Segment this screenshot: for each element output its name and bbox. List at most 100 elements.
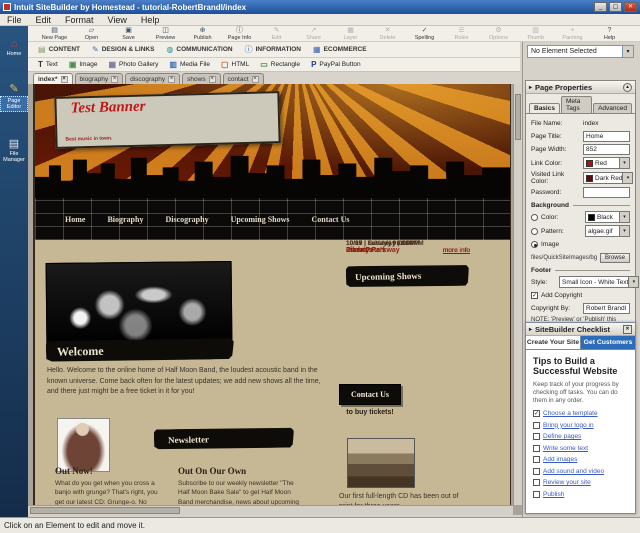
- band-photo[interactable]: [45, 261, 233, 345]
- canvas-horizontal-scrollbar[interactable]: [28, 505, 513, 515]
- dropdown-arrow-icon[interactable]: ▾: [622, 173, 633, 183]
- checklist-item-checkbox[interactable]: ✓: [533, 410, 540, 418]
- out-now-section[interactable]: Out Now! What do you get when you cross …: [55, 466, 165, 505]
- newsletter-header[interactable]: Newsletter: [154, 427, 294, 451]
- insert-tool-button[interactable]: ▣ Image: [69, 60, 98, 69]
- checklist-item-link[interactable]: Bring your logo in: [543, 422, 594, 429]
- site-nav-item[interactable]: Contact Us: [311, 215, 349, 224]
- panel-collapse-button[interactable]: ▴: [623, 82, 632, 92]
- toolbar-button[interactable]: ↗ Share: [295, 26, 332, 41]
- toolbar-button[interactable]: ✕ Delete: [369, 26, 406, 41]
- tab-close-icon[interactable]: ×: [168, 75, 176, 83]
- properties-tab[interactable]: Meta Tags: [560, 96, 593, 113]
- cd-cover-photo[interactable]: [347, 438, 415, 488]
- category-button[interactable]: ✎ DESIGN & LINKS: [92, 45, 154, 54]
- menu-item[interactable]: View: [101, 15, 134, 25]
- visited-link-color-dropdown[interactable]: Dark Red ▾: [583, 172, 634, 184]
- toolbar-button[interactable]: ▦ Layer: [332, 26, 369, 41]
- checklist-item-link[interactable]: Review your site: [543, 479, 591, 486]
- sidebar-item[interactable]: ▤ File Manager: [0, 138, 28, 163]
- checklist-item-checkbox[interactable]: [533, 479, 540, 487]
- properties-tab[interactable]: Advanced: [593, 103, 632, 113]
- close-button[interactable]: ✕: [624, 2, 637, 12]
- horizontal-scroll-thumb[interactable]: [30, 507, 180, 514]
- site-nav-item[interactable]: Discography: [165, 215, 208, 224]
- checklist-item-checkbox[interactable]: [533, 456, 540, 464]
- password-field[interactable]: [583, 187, 630, 198]
- site-banner[interactable]: Test Banner Best music in town.: [54, 91, 281, 149]
- toolbar-button[interactable]: ▱ Open: [73, 26, 110, 41]
- welcome-text[interactable]: Hello. Welcome to the online home of Hal…: [47, 366, 333, 398]
- page-tab[interactable]: shows ×: [182, 73, 221, 84]
- checklist-item-link[interactable]: Define pages: [543, 433, 581, 440]
- element-selector[interactable]: No Element Selected ▾: [527, 45, 634, 58]
- checklist-close-button[interactable]: ✕: [623, 324, 632, 334]
- maximize-button[interactable]: ▢: [609, 2, 622, 12]
- tab-close-icon[interactable]: ×: [111, 75, 119, 83]
- toolbar-button[interactable]: ? Help: [591, 26, 628, 41]
- dropdown-arrow-icon[interactable]: ▾: [628, 277, 639, 287]
- checklist-item-link[interactable]: Publish: [543, 491, 564, 498]
- toolbar-button[interactable]: ◫ Preview: [147, 26, 184, 41]
- menu-item[interactable]: File: [0, 15, 29, 25]
- site-nav-item[interactable]: Biography: [107, 215, 143, 224]
- insert-tool-button[interactable]: T Text: [38, 60, 58, 69]
- properties-tab[interactable]: Basics: [529, 103, 560, 113]
- vertical-scroll-thumb[interactable]: [515, 94, 521, 140]
- page-tab[interactable]: index* ×: [33, 73, 73, 84]
- contact-us-button[interactable]: Contact Us: [339, 384, 401, 405]
- browse-button[interactable]: Browse: [599, 252, 630, 263]
- checklist-item-checkbox[interactable]: [533, 444, 540, 452]
- checklist-item-checkbox[interactable]: [533, 467, 540, 475]
- toolbar-button[interactable]: ✓ Spelling: [406, 26, 443, 41]
- insert-tool-button[interactable]: ▦ Photo Gallery: [108, 60, 158, 69]
- tab-close-icon[interactable]: ×: [251, 75, 259, 83]
- insert-tool-button[interactable]: P PayPal Button: [311, 60, 361, 69]
- toolbar-button[interactable]: ⓘ Page Info: [221, 26, 258, 41]
- person-photo[interactable]: [57, 418, 110, 472]
- menu-item[interactable]: Format: [58, 15, 101, 25]
- checklist-tab[interactable]: Get Customers: [581, 336, 635, 349]
- checklist-item-link[interactable]: Write some text: [543, 445, 588, 452]
- tab-close-icon[interactable]: ×: [208, 75, 216, 83]
- toolbar-button[interactable]: ⊕ Publish: [184, 26, 221, 41]
- page-tab[interactable]: biography ×: [74, 73, 124, 84]
- bg-pattern-dropdown[interactable]: algae.gif ▾: [585, 225, 630, 237]
- menu-item[interactable]: Edit: [29, 15, 59, 25]
- cd-text[interactable]: Our first full-length CD has been out of…: [339, 492, 465, 505]
- dropdown-arrow-icon[interactable]: ▾: [619, 158, 629, 168]
- checklist-item-checkbox[interactable]: [533, 421, 540, 429]
- dropdown-arrow-icon[interactable]: ▾: [622, 46, 633, 57]
- welcome-header[interactable]: Welcome: [46, 337, 234, 363]
- site-nav-item[interactable]: Home: [65, 215, 85, 224]
- checklist-item-checkbox[interactable]: [533, 433, 540, 441]
- checklist-item-link[interactable]: Add sound and video: [543, 468, 604, 475]
- canvas-vertical-scrollbar[interactable]: [513, 84, 522, 505]
- add-copyright-checkbox[interactable]: ✓: [531, 292, 538, 299]
- category-button[interactable]: ▦ ECOMMERCE: [313, 45, 367, 54]
- insert-tool-button[interactable]: ▭ Rectangle: [260, 60, 300, 69]
- minimize-button[interactable]: _: [594, 2, 607, 12]
- dropdown-arrow-icon[interactable]: ▾: [619, 226, 629, 236]
- checklist-item-link[interactable]: Choose a template: [543, 410, 598, 417]
- checklist-item-link[interactable]: Add images: [543, 456, 577, 463]
- checklist-item-checkbox[interactable]: [533, 490, 540, 498]
- toolbar-button[interactable]: ✎ Edit: [258, 26, 295, 41]
- sidebar-item[interactable]: ✎ Page Editor: [0, 83, 28, 112]
- footer-style-dropdown[interactable]: Small Icon - White Text ▾: [559, 276, 640, 288]
- bg-color-dropdown[interactable]: Black ▾: [585, 211, 630, 223]
- editor-canvas[interactable]: Test Banner Best music in town. Home Biog…: [28, 84, 522, 515]
- bg-image-radio[interactable]: [531, 241, 538, 248]
- category-button[interactable]: ◍ COMMUNICATION: [166, 45, 232, 54]
- toolbar-button[interactable]: ▣ Save: [110, 26, 147, 41]
- page-tab[interactable]: contact ×: [222, 73, 264, 84]
- insert-tool-button[interactable]: ▢ HTML: [221, 60, 249, 69]
- upcoming-shows-header[interactable]: Upcoming Shows: [346, 264, 469, 289]
- page-title-field[interactable]: Home: [583, 131, 630, 142]
- bg-color-radio[interactable]: [531, 213, 538, 221]
- toolbar-button[interactable]: ☰ Rules: [443, 26, 480, 41]
- site-nav-item[interactable]: Upcoming Shows: [231, 215, 290, 224]
- category-button[interactable]: ▤ CONTENT: [38, 45, 80, 54]
- page-tab[interactable]: discography ×: [125, 73, 181, 84]
- checklist-tab[interactable]: Create Your Site: [526, 336, 581, 349]
